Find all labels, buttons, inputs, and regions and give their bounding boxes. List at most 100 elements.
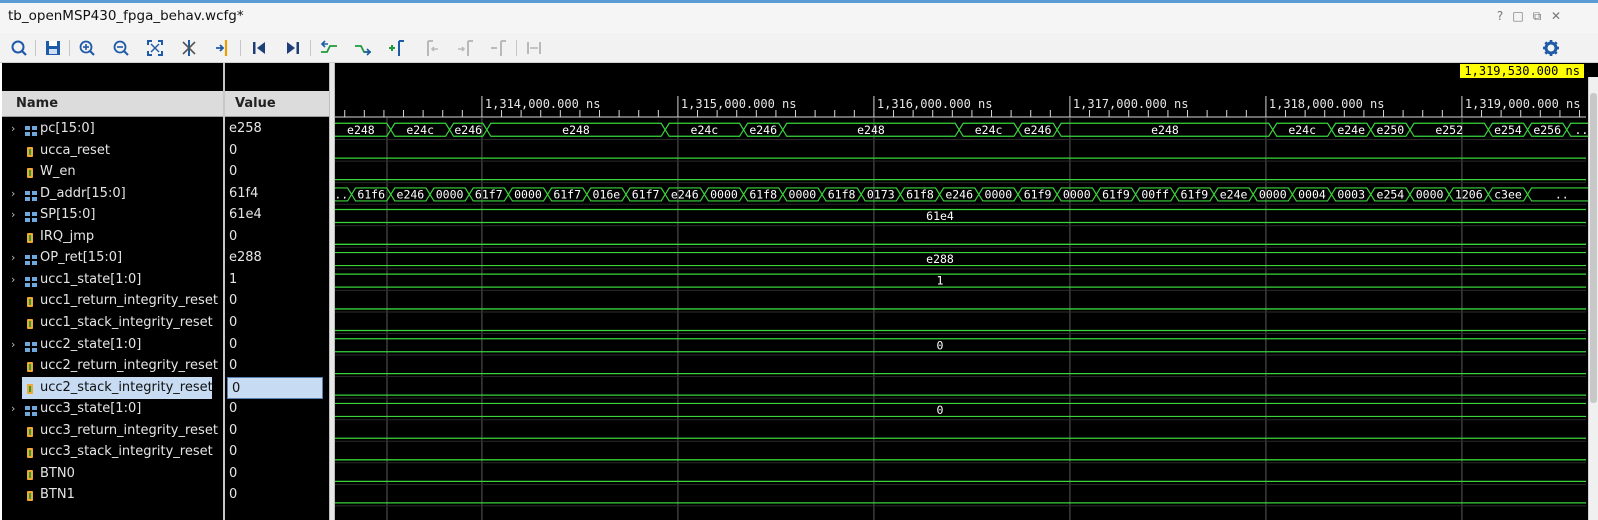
- signal-value: 1: [229, 271, 238, 287]
- bus-value-label: 0000: [1063, 187, 1091, 201]
- expand-chevron-icon[interactable]: ›: [11, 204, 15, 226]
- signal-name: OP_ret[15:0]: [40, 250, 123, 266]
- bus-value-label: 0000: [514, 187, 542, 201]
- expand-chevron-icon[interactable]: ›: [11, 247, 15, 269]
- close-icon[interactable]: ✕: [1549, 9, 1563, 23]
- bus-value-label: ..: [1574, 123, 1588, 137]
- window-title-bar: tb_openMSP430_fpga_behav.wcfg* ? □ ⧉ ✕: [0, 0, 1598, 33]
- bus-value-label: e24c: [691, 123, 719, 137]
- bus-value-label: e288: [926, 252, 954, 266]
- bus-value-label: e246: [945, 187, 973, 201]
- signal-row[interactable]: › D_addr[15:0]: [2, 183, 223, 205]
- save-icon[interactable]: [42, 37, 64, 59]
- go-to-start-icon[interactable]: [248, 37, 270, 59]
- signal-value: 0: [229, 487, 238, 503]
- scrollbar-thumb[interactable]: [1590, 93, 1597, 403]
- signal-row[interactable]: ucc2_return_integrity_reset: [2, 355, 223, 377]
- signal-row[interactable]: ucc3_stack_integrity_reset: [2, 441, 223, 463]
- waveform-canvas[interactable]: 1,314,000.000 ns 1,315,000.000 ns 1,316,00…: [335, 63, 1598, 520]
- zoom-fit-icon[interactable]: [144, 37, 166, 59]
- bit-icon: [24, 468, 38, 480]
- go-to-end-icon[interactable]: [282, 37, 304, 59]
- signal-row[interactable]: BTN0: [2, 463, 223, 485]
- bit-icon: [24, 382, 38, 394]
- bus-value-label: e24c: [975, 123, 1003, 137]
- expand-chevron-icon[interactable]: ›: [11, 269, 15, 291]
- bus-value-label: e246: [397, 187, 425, 201]
- search-icon[interactable]: [8, 37, 30, 59]
- bus-value-label: e246: [749, 123, 777, 137]
- time-label: 1,319,000.000 ns: [1465, 97, 1581, 111]
- delete-marker-icon[interactable]: [488, 37, 510, 59]
- signal-value: 0: [229, 444, 238, 460]
- signal-value: e258: [229, 121, 262, 136]
- name-column-header[interactable]: Name: [2, 91, 223, 117]
- next-marker-icon[interactable]: [454, 37, 476, 59]
- previous-transition-icon[interactable]: [318, 37, 340, 59]
- bus-value-label: e24c: [406, 123, 434, 137]
- swap-cursors-icon[interactable]: [523, 37, 545, 59]
- bus-value-label: 0000: [1416, 187, 1444, 201]
- bit-icon: [24, 360, 38, 373]
- signal-name: ucc2_state[1:0]: [40, 336, 142, 352]
- previous-marker-icon[interactable]: [420, 37, 442, 59]
- bus-value-label: e246: [1024, 123, 1052, 137]
- signal-row[interactable]: › OP_ret[15:0]: [2, 247, 223, 269]
- signal-value: 0: [229, 336, 238, 352]
- add-marker-icon[interactable]: [386, 37, 408, 59]
- expand-chevron-icon[interactable]: ›: [11, 398, 15, 420]
- bus-value-label: e248: [1151, 123, 1179, 137]
- next-transition-icon[interactable]: [352, 37, 374, 59]
- bus-value-label: 1: [937, 274, 944, 288]
- signal-name: ucc1_return_integrity_reset: [40, 293, 218, 309]
- signal-name: ucc2_stack_integrity_reset: [40, 379, 213, 395]
- waveform-toolbar: [0, 33, 1598, 63]
- signal-row[interactable]: IRQ_jmp: [2, 226, 223, 248]
- signal-name: BTN1: [40, 487, 75, 503]
- bus-value-label: 61f6: [357, 187, 385, 201]
- bit-icon: [24, 145, 38, 157]
- gear-icon[interactable]: [1540, 37, 1562, 59]
- vertical-scrollbar[interactable]: [1588, 77, 1598, 520]
- bus-value-label: ..: [335, 187, 348, 201]
- zoom-in-icon[interactable]: [76, 37, 98, 59]
- signal-row[interactable]: ucc3_return_integrity_reset: [2, 420, 223, 442]
- bus-value-label: e254: [1494, 123, 1522, 137]
- signal-row[interactable]: › ucc1_state[1:0]: [2, 269, 223, 291]
- bus-value-label: 0000: [1259, 187, 1287, 201]
- signal-row[interactable]: ucc1_stack_integrity_reset: [2, 312, 223, 334]
- bus-value-label: 61f9: [1024, 187, 1052, 201]
- signal-row[interactable]: › pc[15:0]: [2, 118, 223, 140]
- bit-waveform: [335, 164, 1586, 181]
- zoom-out-icon[interactable]: [110, 37, 132, 59]
- expand-chevron-icon[interactable]: ›: [11, 118, 15, 140]
- signal-row[interactable]: › ucc2_state[1:0]: [2, 334, 223, 356]
- bus-value-label: 61f9: [1102, 187, 1130, 201]
- signal-row[interactable]: BTN1: [2, 484, 223, 506]
- bus-value-label: 016e: [593, 187, 621, 201]
- value-column-header[interactable]: Value: [225, 91, 329, 117]
- signal-row[interactable]: › SP[15:0]: [2, 204, 223, 226]
- bus-value-label: 0000: [710, 187, 738, 201]
- bit-icon: [24, 489, 38, 502]
- signal-value: 0: [229, 422, 238, 438]
- cursor-snap-icon[interactable]: [178, 37, 200, 59]
- bus-value-label: e256: [1533, 123, 1561, 137]
- expand-chevron-icon[interactable]: ›: [11, 334, 15, 356]
- expand-chevron-icon[interactable]: ›: [11, 183, 15, 205]
- bus-value-label: e24e: [1220, 187, 1248, 201]
- signal-row[interactable]: ucca_reset: [2, 140, 223, 162]
- signal-row[interactable]: ucc2_stack_integrity_reset: [22, 376, 213, 399]
- bus-icon: [24, 339, 38, 352]
- bus-icon: [24, 123, 38, 136]
- signal-row[interactable]: › ucc3_state[1:0]: [2, 398, 223, 420]
- restore-icon[interactable]: □: [1511, 9, 1525, 23]
- signal-row[interactable]: ucc1_return_integrity_reset: [2, 290, 223, 312]
- signal-row[interactable]: W_en: [2, 161, 223, 183]
- time-label: 1,316,000.000 ns: [877, 97, 993, 111]
- bus-value-label: e248: [857, 123, 885, 137]
- go-to-cursor-icon[interactable]: [212, 37, 234, 59]
- signal-name: SP[15:0]: [40, 207, 96, 223]
- float-icon[interactable]: ⧉: [1530, 9, 1544, 23]
- help-icon[interactable]: ?: [1493, 9, 1507, 23]
